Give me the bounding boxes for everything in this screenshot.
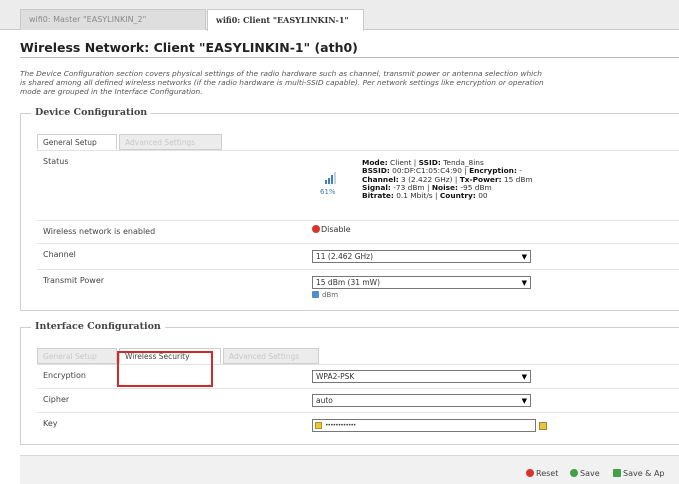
- dropdown-arrow-icon: ▼: [521, 373, 527, 381]
- enabled-label: Wireless network is enabled: [43, 227, 156, 236]
- channel-label: Channel: [43, 250, 76, 259]
- status-block: 61% Mode: Client | SSID: Tenda_8ins BSSI…: [312, 158, 679, 213]
- disable-icon: [312, 225, 320, 233]
- subtab-device-general-setup[interactable]: General Setup: [37, 134, 117, 150]
- title-divider: [20, 57, 679, 58]
- status-label: Status: [43, 157, 69, 166]
- cipher-label: Cipher: [43, 395, 70, 404]
- key-icon: [315, 422, 322, 429]
- reset-button[interactable]: Reset: [526, 469, 558, 478]
- subtab-device-advanced-settings[interactable]: Advanced Settings: [119, 134, 222, 150]
- transmit-power-label: Transmit Power: [43, 276, 105, 285]
- subtab-interface-advanced-settings[interactable]: Advanced Settings: [223, 348, 319, 364]
- intro-description: The Device Configuration section covers …: [20, 69, 679, 96]
- intro-line: mode are grouped in the Interface Config…: [20, 87, 203, 96]
- key-input[interactable]: ••••••••••••: [312, 419, 536, 432]
- disable-button[interactable]: Disable: [312, 225, 351, 234]
- key-value: ••••••••••••: [325, 422, 356, 429]
- reveal-password-icon[interactable]: [539, 422, 547, 430]
- encryption-label: Encryption: [43, 371, 86, 380]
- signal-percent: 61%: [320, 188, 336, 196]
- cipher-row: Cipher auto ▼: [37, 388, 679, 412]
- tab-wifi0-client[interactable]: wifi0: Client "EASYLINKIN-1": [207, 9, 364, 31]
- dropdown-arrow-icon: ▼: [521, 279, 527, 287]
- enabled-row: Wireless network is enabled Disable: [37, 220, 679, 243]
- footer-action-bar: Reset Save Save & Ap: [20, 455, 679, 484]
- status-row: Status 61% Mode: Client | SSID: Tenda_8i…: [37, 150, 679, 220]
- channel-row: Channel 11 (2.462 GHz) ▼: [37, 243, 679, 269]
- info-icon: [312, 291, 319, 298]
- top-tab-bar: wifi0: Master "EASYLINKIN_2" wifi0: Clie…: [0, 0, 679, 31]
- encryption-select[interactable]: WPA2-PSK ▼: [312, 370, 531, 383]
- wireless-security-highlight-box: [117, 351, 213, 387]
- dropdown-arrow-icon: ▼: [521, 253, 527, 261]
- save-apply-button[interactable]: Save & Ap: [613, 469, 665, 478]
- save-icon: [570, 469, 578, 477]
- intro-line: The Device Configuration section covers …: [20, 69, 542, 78]
- key-row: Key ••••••••••••: [37, 412, 679, 446]
- dropdown-arrow-icon: ▼: [521, 397, 527, 405]
- interface-configuration-legend: Interface Configuration: [31, 321, 165, 332]
- save-apply-icon: [613, 469, 621, 477]
- status-details: Mode: Client | SSID: Tenda_8ins BSSID: 0…: [362, 158, 533, 201]
- status-line: Bitrate: 0.1 Mbit/s | Country: 00: [362, 191, 488, 201]
- device-configuration-section: Device Configuration General Setup Advan…: [20, 107, 679, 312]
- subtab-interface-general-setup[interactable]: General Setup: [37, 348, 117, 364]
- channel-select[interactable]: 11 (2.462 GHz) ▼: [312, 250, 531, 263]
- page-title: Wireless Network: Client "EASYLINKIN-1" …: [20, 40, 358, 55]
- reset-icon: [526, 469, 534, 477]
- save-button[interactable]: Save: [570, 469, 600, 478]
- cipher-select[interactable]: auto ▼: [312, 394, 531, 407]
- device-configuration-legend: Device Configuration: [31, 107, 152, 118]
- intro-line: is shared among all defined wireless net…: [20, 78, 544, 87]
- transmit-power-row: Transmit Power 15 dBm (31 mW) ▼ dBm: [37, 269, 679, 312]
- transmit-power-select[interactable]: 15 dBm (31 mW) ▼: [312, 276, 531, 289]
- tab-wifi0-master[interactable]: wifi0: Master "EASYLINKIN_2": [20, 9, 206, 30]
- signal-strength-icon: [325, 172, 336, 184]
- transmit-power-unit: dBm: [312, 291, 338, 299]
- key-label: Key: [43, 419, 58, 428]
